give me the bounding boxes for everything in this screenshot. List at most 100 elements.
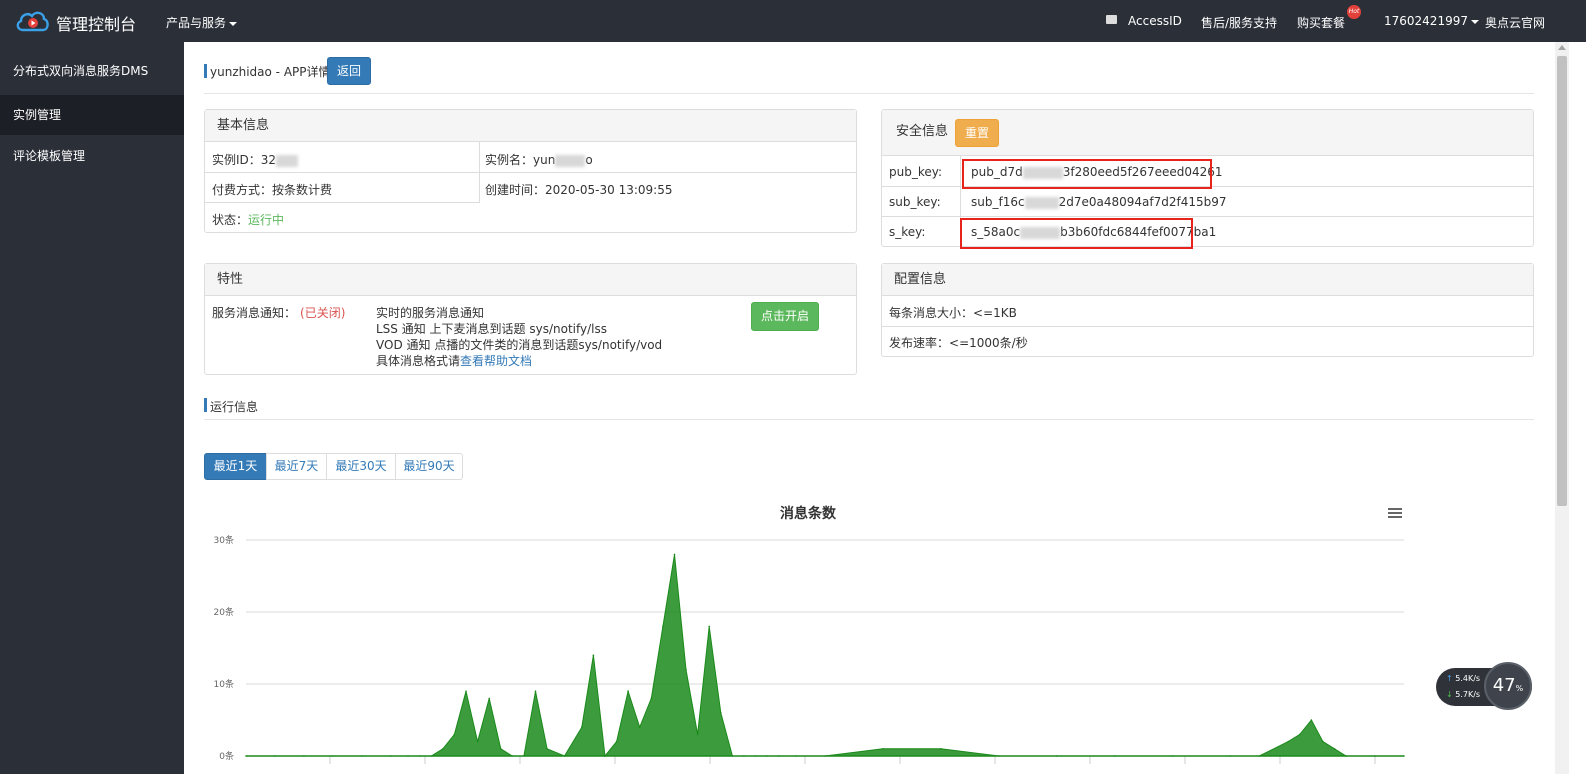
help-doc-link[interactable]: 查看帮助文档 [460, 354, 532, 368]
notify-desc-line2: LSS 通知 上下麦消息到话题 sys/notify/lss [376, 322, 607, 336]
billing-value: 按条数计费 [272, 183, 333, 197]
data-point [511, 755, 514, 757]
redaction-blur [555, 154, 586, 167]
redaction-blur [1024, 196, 1059, 209]
data-point [465, 690, 467, 692]
data-point [245, 755, 247, 757]
divider [205, 202, 480, 203]
notify-desc-line4: 具体消息格式请查看帮助文档 [376, 352, 532, 369]
basic-info-panel: 基本信息 实例ID：32 实例名：yun o 付费方式：按条数计费 创建时间：20… [204, 109, 857, 233]
hot-badge: Hot [1347, 5, 1361, 19]
chart-menu-icon[interactable] [1388, 508, 1402, 519]
data-point [673, 553, 676, 556]
service-notify-label: 服务消息通知： [212, 306, 297, 320]
cloud-logo-icon[interactable] [14, 8, 50, 34]
support-link[interactable]: 售后/服务支持 [1201, 14, 1277, 31]
official-site-link[interactable]: 奥点云官网 [1485, 14, 1545, 31]
reset-keys-button[interactable]: 重置 [955, 119, 999, 147]
top-navbar: 管理控制台 产品与服务 AccessID 售后/服务支持 购买套餐 Hot 17… [0, 0, 1586, 42]
sub-key-start: sub_f16c [971, 195, 1025, 209]
sidebar-item-instances[interactable]: 实例管理 [0, 95, 184, 135]
data-point [754, 755, 757, 757]
instance-name-field: 实例名：yun o [485, 151, 593, 168]
data-point [361, 755, 363, 757]
data-point [1374, 755, 1376, 757]
data-point [1229, 755, 1232, 757]
data-point [1258, 755, 1261, 757]
data-point [1333, 748, 1336, 750]
access-id-link[interactable]: AccessID [1128, 14, 1182, 28]
scroll-up-icon[interactable] [1558, 45, 1566, 50]
divider [205, 172, 856, 173]
console-brand[interactable]: 管理控制台 [56, 11, 136, 35]
divider [479, 142, 480, 202]
title-accent-bar [204, 398, 207, 412]
scrollbar-thumb[interactable] [1557, 56, 1567, 506]
data-point [476, 740, 479, 743]
y-tick-label: 10条 [214, 678, 234, 690]
data-point [1113, 755, 1116, 757]
data-point [662, 625, 664, 628]
sub-key-end: 2d7e0a48094af7d2f415b97 [1058, 195, 1227, 209]
created-time-value: 2020-05-30 13:09:55 [545, 183, 673, 197]
data-point [430, 755, 433, 757]
range-30-days-button[interactable]: 最近30天 [326, 453, 396, 480]
data-point [1055, 755, 1058, 757]
data-point [581, 726, 583, 728]
redaction-blur [276, 154, 299, 167]
data-point [696, 733, 699, 736]
sidebar-item-comment-templates[interactable]: 评论模板管理 [0, 136, 184, 176]
service-notify-field: 服务消息通知： (已关闭) [212, 304, 345, 321]
msg-size-label: 每条消息大小： [889, 306, 974, 320]
notify-desc-line1: 实时的服务消息通知 [376, 306, 485, 320]
buy-package-link[interactable]: 购买套餐 [1297, 14, 1345, 31]
download-speed-unit: K/s [1467, 690, 1481, 699]
data-point [766, 755, 768, 757]
enable-notify-button[interactable]: 点击开启 [751, 302, 819, 331]
data-point [1345, 755, 1347, 757]
highlight-s-key [960, 218, 1193, 249]
msg-size-value: <=1KB [973, 306, 1017, 320]
data-point [604, 755, 606, 757]
data-point [615, 740, 618, 743]
back-button[interactable]: 返回 [327, 57, 371, 85]
range-90-days-button[interactable]: 最近90天 [395, 453, 463, 480]
memory-usage-gauge[interactable]: 47% [1484, 662, 1532, 710]
data-point [523, 755, 525, 757]
data-point [534, 690, 537, 692]
data-point [1171, 755, 1174, 757]
data-point [563, 755, 566, 757]
mail-icon[interactable] [1106, 15, 1117, 24]
data-point [743, 755, 745, 757]
publish-rate-field: 发布速率：<=1000条/秒 [889, 334, 1028, 351]
messages-chart: 30条 20条 10条 0条 [214, 534, 1405, 764]
range-7-days-button[interactable]: 最近7天 [266, 453, 327, 480]
data-point [303, 755, 305, 757]
products-menu-label: 产品与服务 [166, 16, 227, 30]
data-point [1322, 740, 1324, 743]
arrow-down-icon: ↓ [1446, 690, 1453, 699]
range-1-day-button[interactable]: 最近1天 [204, 453, 267, 480]
page-title: yunzhidao - APP详情 [210, 65, 331, 79]
data-point [500, 748, 502, 750]
data-point [418, 755, 421, 757]
data-point [1310, 719, 1313, 721]
data-point [390, 755, 392, 757]
data-point [882, 748, 884, 750]
sub-key-label: sub_key: [889, 195, 941, 209]
status-field: 状态：运行中 [212, 211, 284, 228]
instance-name-label: 实例名： [485, 153, 534, 167]
data-point [1403, 755, 1405, 757]
products-menu[interactable]: 产品与服务 [166, 14, 238, 31]
data-point [685, 668, 687, 671]
arrow-up-icon: ↑ [1446, 674, 1453, 683]
data-point [650, 697, 653, 700]
data-point [720, 712, 722, 714]
user-menu[interactable]: 17602421997 [1384, 14, 1479, 28]
data-point [407, 755, 409, 757]
percent-sign: % [1515, 684, 1524, 693]
service-notify-status: (已关闭) [300, 306, 346, 320]
usage-percent: 47 [1492, 675, 1516, 696]
download-speed-value: 5.7 [1455, 690, 1468, 699]
data-point [546, 748, 548, 750]
